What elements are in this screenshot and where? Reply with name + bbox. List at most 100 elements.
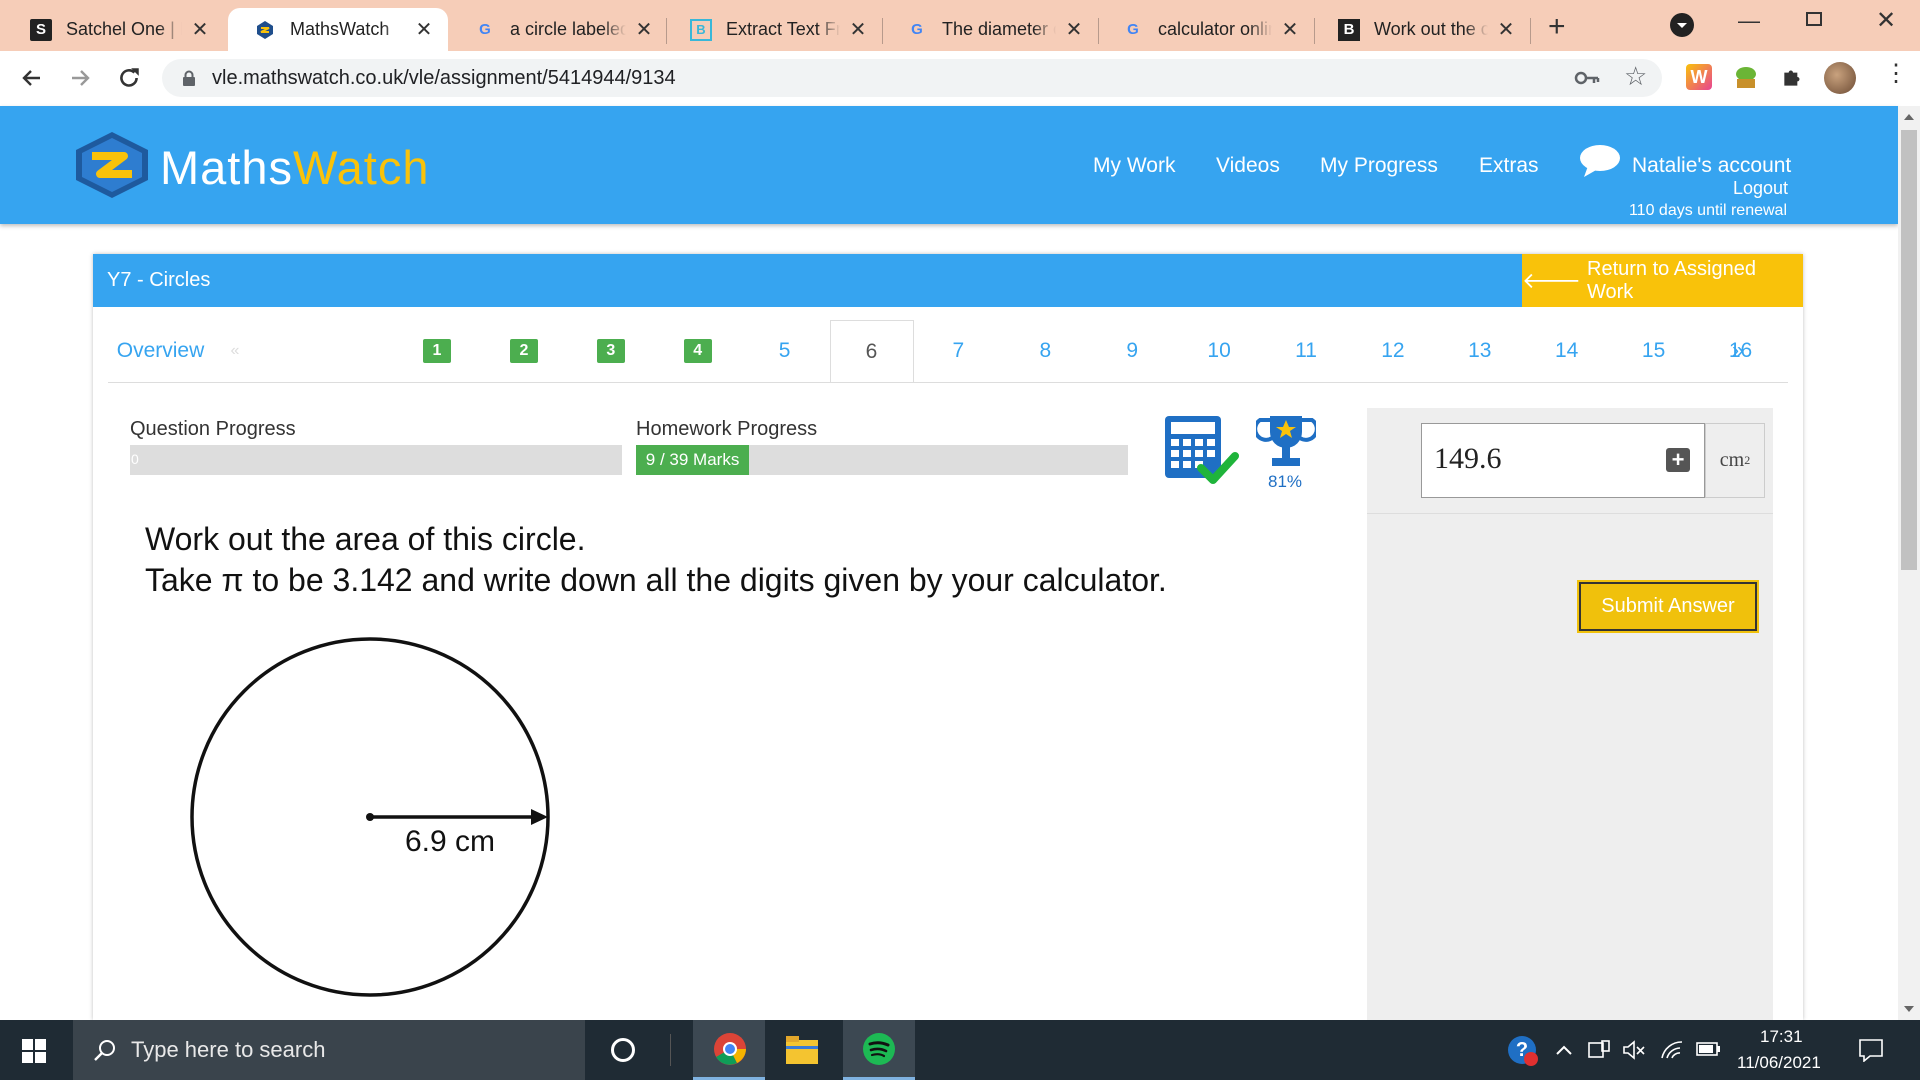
tab-question-label: 9 (1126, 339, 1139, 362)
radius-arrowhead-icon (531, 809, 548, 825)
return-to-assigned-work-button[interactable]: 🡐 Return to Assigned Work (1522, 254, 1803, 307)
tab-search-icon[interactable] (1670, 13, 1694, 37)
minimize-icon[interactable]: — (1738, 8, 1760, 34)
tab-overview-label: Overview (116, 339, 205, 362)
scroll-down-arrow-icon[interactable] (1904, 1006, 1914, 1012)
speaker-muted-icon[interactable] (1622, 1039, 1646, 1061)
back-icon[interactable] (20, 66, 44, 90)
alert-badge-icon (1524, 1052, 1538, 1066)
restore-icon[interactable] (1806, 12, 1822, 26)
notifications-icon[interactable] (1858, 1038, 1884, 1062)
tab-question-1[interactable]: 1 (395, 320, 479, 382)
close-tab-icon[interactable]: ✕ (848, 17, 868, 42)
tab-question-4[interactable]: 4 (656, 320, 740, 382)
cortana-icon[interactable] (611, 1038, 635, 1062)
account-link[interactable]: Natalie's account (1632, 154, 1791, 178)
page-scrollbar[interactable] (1898, 106, 1920, 1020)
tab-question-13[interactable]: 13 (1438, 320, 1522, 382)
tab-question-10[interactable]: 10 (1177, 320, 1261, 382)
device-sync-icon[interactable] (1588, 1040, 1610, 1060)
key-icon[interactable] (1574, 69, 1600, 87)
close-tab-icon[interactable]: ✕ (634, 17, 654, 42)
site-logo-text[interactable]: MathsWatch (160, 140, 429, 195)
tab-question-3[interactable]: 3 (569, 320, 653, 382)
extensions-puzzle-icon[interactable] (1780, 64, 1806, 90)
tab-title: MathsWatch (290, 19, 390, 39)
browser-tab[interactable]: G calculator onlin ✕ (1096, 8, 1314, 51)
answer-input[interactable]: 149.6 + (1421, 423, 1705, 498)
logout-link[interactable]: Logout (1733, 178, 1788, 199)
browser-tab[interactable]: S Satchel One | L ✕ (4, 8, 224, 51)
windows-start-icon[interactable] (22, 1039, 46, 1063)
browser-tab[interactable]: G a circle labeled ✕ (448, 8, 668, 51)
file-explorer-icon[interactable] (786, 1036, 818, 1064)
clock-time[interactable]: 17:31 (1760, 1027, 1803, 1047)
taskbar-chrome-button[interactable] (693, 1020, 765, 1080)
chevron-up-icon[interactable] (1555, 1044, 1573, 1056)
taskbar-search[interactable]: Type here to search (73, 1020, 585, 1080)
tabs-divider (108, 382, 1788, 383)
assignment-panel: Y7 - Circles 🡐 Return to Assigned Work O… (93, 254, 1803, 1020)
reload-icon[interactable] (116, 65, 142, 91)
tab-question-8[interactable]: 8 (1003, 320, 1087, 382)
scroll-up-arrow-icon[interactable] (1904, 114, 1914, 120)
chrome-menu-icon[interactable]: ⋮ (1884, 59, 1908, 88)
tab-prev[interactable]: « (215, 320, 255, 382)
submit-label: Submit Answer (1601, 595, 1735, 617)
nav-videos[interactable]: Videos (1216, 154, 1280, 178)
calculator-allowed-icon (1165, 416, 1239, 484)
nav-my-work[interactable]: My Work (1093, 154, 1175, 178)
forward-icon[interactable] (68, 66, 92, 90)
taskbar-spotify-button[interactable] (843, 1020, 915, 1080)
extension-w-icon[interactable]: W (1686, 64, 1712, 90)
trophy-percent: 81% (1268, 472, 1303, 491)
tab-overview[interactable]: Overview (93, 320, 228, 382)
plus-square-icon[interactable]: + (1666, 448, 1690, 472)
tab-question-5[interactable]: 5 (743, 320, 827, 382)
scrollbar-thumb[interactable] (1901, 130, 1917, 570)
extract-favicon: B (690, 18, 712, 41)
browser-toolbar: vle.mathswatch.co.uk/vle/assignment/5414… (0, 51, 1920, 105)
windows-taskbar: Type here to search ? 17:31 11/06/2021 (0, 1020, 1920, 1080)
close-tab-icon[interactable]: ✕ (190, 17, 210, 42)
tab-question-label: 10 (1207, 339, 1231, 362)
tab-question-2[interactable]: 2 (482, 320, 566, 382)
chat-bubble-icon[interactable] (1578, 144, 1622, 178)
new-tab-icon[interactable]: + (1548, 10, 1566, 44)
submit-answer-button[interactable]: Submit Answer (1577, 580, 1759, 633)
tab-title: Extract Text Fro (726, 19, 840, 39)
tab-divider (1098, 18, 1099, 44)
tab-question-6[interactable]: 6 (829, 320, 914, 383)
question-text: Work out the area of this circle. Take π… (145, 519, 1167, 601)
close-tab-icon[interactable]: ✕ (1064, 17, 1084, 42)
address-bar[interactable]: vle.mathswatch.co.uk/vle/assignment/5414… (162, 59, 1662, 97)
browser-tab-active[interactable]: MathsWatch ✕ (228, 8, 448, 51)
mathswatch-logo-icon[interactable] (72, 130, 152, 200)
wifi-icon[interactable] (1660, 1038, 1684, 1060)
close-tab-icon[interactable]: ✕ (1496, 17, 1516, 42)
nav-my-progress[interactable]: My Progress (1320, 154, 1438, 178)
lock-icon[interactable] (182, 70, 196, 86)
tab-question-label: 15 (1641, 339, 1666, 362)
bookmark-star-icon[interactable]: ☆ (1624, 61, 1647, 92)
clock-date[interactable]: 11/06/2021 (1737, 1053, 1821, 1073)
nav-extras[interactable]: Extras (1479, 154, 1539, 178)
logo-maths: Maths (160, 141, 293, 194)
profile-avatar[interactable] (1824, 62, 1856, 94)
extension-plant-icon[interactable] (1732, 64, 1760, 90)
tab-question-11[interactable]: 11 (1264, 320, 1348, 382)
browser-tab[interactable]: G The diameter o ✕ (880, 8, 1098, 51)
tab-next[interactable]: » (1696, 320, 1780, 382)
close-window-icon[interactable]: ✕ (1876, 6, 1896, 35)
close-tab-icon[interactable]: ✕ (1280, 17, 1300, 42)
tab-question-label: 7 (952, 339, 965, 362)
close-tab-icon[interactable]: ✕ (414, 17, 434, 42)
tab-question-14[interactable]: 14 (1525, 320, 1609, 382)
browser-tab[interactable]: B Extract Text Fro ✕ (664, 8, 882, 51)
tab-question-15[interactable]: 15 (1612, 320, 1696, 382)
tab-question-7[interactable]: 7 (916, 320, 1000, 382)
browser-tab[interactable]: B Work out the c ✕ (1312, 8, 1530, 51)
tab-question-12[interactable]: 12 (1351, 320, 1435, 382)
battery-icon[interactable] (1696, 1041, 1722, 1057)
tab-question-9[interactable]: 9 (1090, 320, 1174, 382)
